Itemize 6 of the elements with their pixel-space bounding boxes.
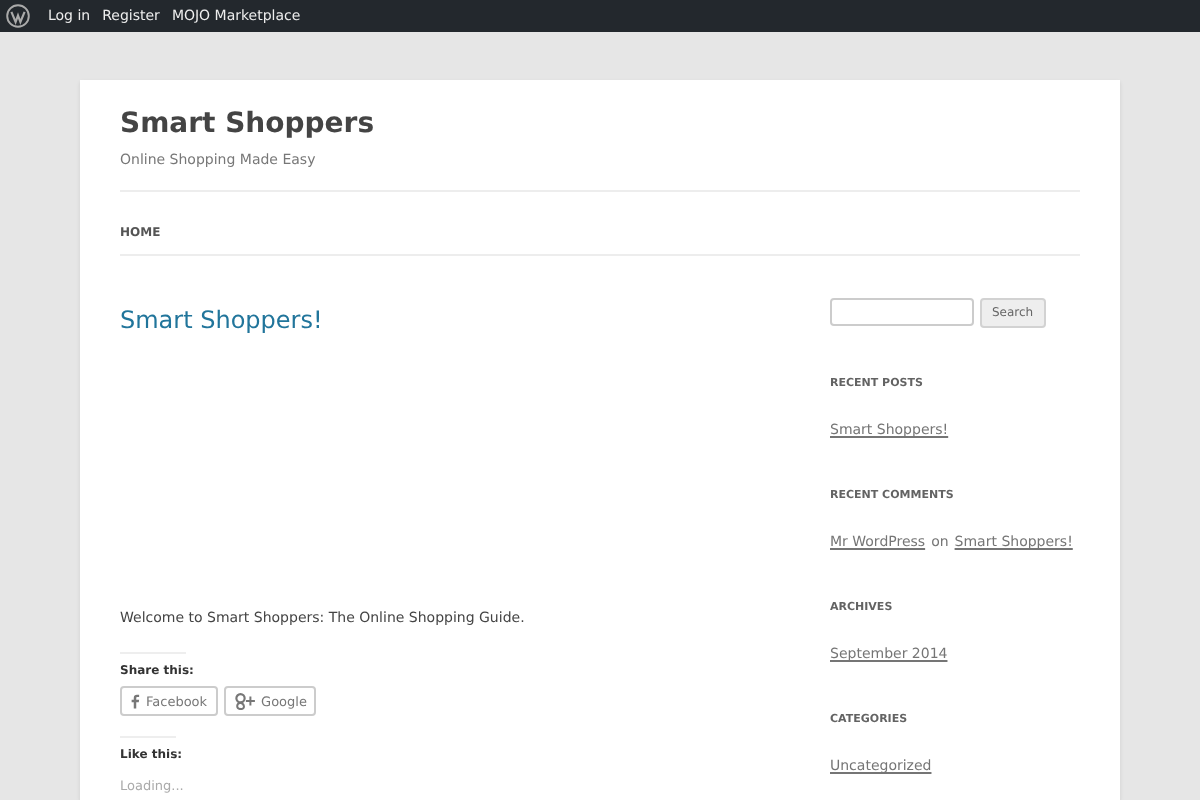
facebook-icon	[130, 692, 140, 710]
site-title[interactable]: Smart Shoppers	[120, 108, 1080, 140]
google-plus-icon	[233, 692, 256, 710]
post-title-link[interactable]: Smart Shoppers!	[120, 306, 323, 334]
search-field[interactable]	[830, 298, 974, 326]
wordpress-logo-icon[interactable]	[6, 4, 30, 28]
